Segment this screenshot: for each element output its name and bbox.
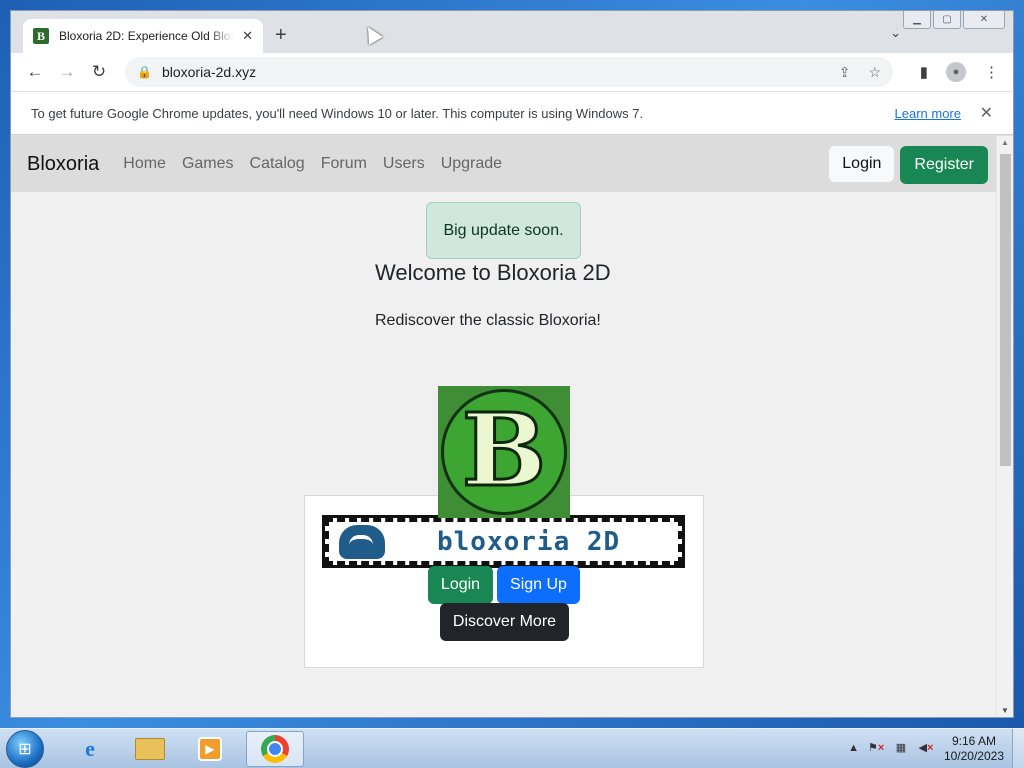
page-scrollbar[interactable]: ▲ ▼ xyxy=(996,136,1013,717)
new-tab-button[interactable]: + xyxy=(275,25,287,45)
nav-link-users[interactable]: Users xyxy=(383,155,425,173)
tray-expand-icon[interactable]: ▲ xyxy=(848,742,859,754)
system-tray: ▲ ⚑× ▦ ◀× xyxy=(848,741,934,755)
signup-button[interactable]: Sign Up xyxy=(497,566,580,604)
scroll-up-arrow-icon[interactable]: ▲ xyxy=(1001,138,1009,147)
nav-login-button[interactable]: Login xyxy=(829,146,895,182)
page-title: Welcome to Bloxoria 2D xyxy=(375,260,611,285)
internet-explorer-icon[interactable]: e xyxy=(62,731,118,767)
clock-time: 9:16 AM xyxy=(951,734,996,748)
folder-icon xyxy=(135,738,165,760)
browser-window: B Bloxoria 2D: Experience Old Bloxoria ✕… xyxy=(10,10,1014,718)
back-icon[interactable]: ← xyxy=(19,62,51,82)
lock-icon[interactable]: 🔒 xyxy=(137,65,152,79)
windows-taskbar: ⊞ e ▶ ▲ ⚑× ▦ ◀× 9:16 AM 10/20/2023 xyxy=(0,728,1024,768)
update-alert: Big update soon. xyxy=(426,202,581,259)
omnibox-actions: ⇪ ☆ xyxy=(839,64,893,81)
tab-close-icon[interactable]: ✕ xyxy=(242,28,253,44)
chrome-taskbar-icon[interactable] xyxy=(246,731,304,767)
chrome-logo-icon xyxy=(261,735,289,763)
infobar-close-icon[interactable]: ✕ xyxy=(980,103,993,123)
scroll-thumb[interactable] xyxy=(1000,154,1011,466)
bloxoria-b-logo: B xyxy=(438,386,570,518)
scroll-down-arrow-icon[interactable]: ▼ xyxy=(1001,706,1009,715)
logo-disc: B xyxy=(441,389,567,515)
infobar-message: To get future Google Chrome updates, you… xyxy=(31,105,644,121)
forward-icon[interactable]: → xyxy=(51,62,83,82)
action-center-flag-icon[interactable]: ⚑× xyxy=(868,741,884,755)
profile-icon[interactable]: ● xyxy=(946,62,966,82)
window-controls: ▁ ▢ ✕ xyxy=(903,11,1005,29)
play-icon: ▶ xyxy=(198,737,222,761)
nav-actions: Login Register xyxy=(829,146,988,184)
logo-letter: B xyxy=(460,391,548,509)
nav-link-home[interactable]: Home xyxy=(123,155,166,173)
hero-card: bloxoria 2D Login Sign Up Discover More xyxy=(304,495,704,668)
nav-link-upgrade[interactable]: Upgrade xyxy=(441,155,502,173)
clock-date: 10/20/2023 xyxy=(943,749,1004,763)
maximize-button[interactable]: ▢ xyxy=(933,11,961,29)
site-brand[interactable]: Bloxoria xyxy=(27,153,99,176)
minimize-button[interactable]: ▁ xyxy=(903,11,931,29)
login-button[interactable]: Login xyxy=(428,566,493,604)
tab-search-chevron-icon[interactable]: ⌄ xyxy=(890,25,901,41)
close-window-button[interactable]: ✕ xyxy=(963,11,1005,29)
update-infobar: To get future Google Chrome updates, you… xyxy=(11,91,1013,135)
toolbar-right: ▮ ● ⋮ xyxy=(920,62,999,82)
cloud-logo-icon xyxy=(339,524,385,559)
favicon-icon: B xyxy=(33,28,49,44)
browser-tab-active[interactable]: B Bloxoria 2D: Experience Old Bloxoria ✕ xyxy=(23,19,263,53)
tab-strip: B Bloxoria 2D: Experience Old Bloxoria ✕… xyxy=(11,11,1013,53)
bloxoria-banner-logo: bloxoria 2D xyxy=(322,515,685,568)
taskbar-clock[interactable]: 9:16 AM 10/20/2023 xyxy=(944,734,1004,764)
tagline: Rediscover the classic Bloxoria! xyxy=(375,312,601,329)
nav-link-catalog[interactable]: Catalog xyxy=(250,155,305,173)
menu-icon[interactable]: ⋮ xyxy=(984,63,999,81)
share-icon[interactable]: ⇪ xyxy=(839,64,851,81)
reload-icon[interactable]: ↻ xyxy=(83,62,115,82)
url-text[interactable]: bloxoria-2d.xyz xyxy=(162,64,256,80)
learn-more-link[interactable]: Learn more xyxy=(895,106,961,121)
nav-link-games[interactable]: Games xyxy=(182,155,234,173)
discover-more-button[interactable]: Discover More xyxy=(440,603,569,641)
banner-text: bloxoria 2D xyxy=(437,526,621,557)
star-icon[interactable]: ☆ xyxy=(868,64,881,81)
page-viewport: Bloxoria Home Games Catalog Forum Users … xyxy=(11,136,1013,717)
start-button[interactable]: ⊞ xyxy=(6,730,44,768)
file-explorer-icon[interactable] xyxy=(122,731,178,767)
network-icon[interactable]: ▦ xyxy=(893,741,909,755)
show-desktop-button[interactable] xyxy=(1012,729,1024,768)
volume-muted-icon[interactable]: ◀× xyxy=(918,741,934,755)
media-player-icon[interactable]: ▶ xyxy=(182,731,238,767)
site-navbar: Bloxoria Home Games Catalog Forum Users … xyxy=(11,136,996,192)
nav-register-button[interactable]: Register xyxy=(900,146,988,184)
tab-title: Bloxoria 2D: Experience Old Bloxoria xyxy=(59,29,234,43)
sidepanel-icon[interactable]: ▮ xyxy=(920,63,928,81)
browser-toolbar: ← → ↻ 🔒 bloxoria-2d.xyz ⇪ ☆ ▮ ● ⋮ xyxy=(11,53,1013,91)
nav-link-forum[interactable]: Forum xyxy=(321,155,367,173)
address-bar[interactable]: 🔒 bloxoria-2d.xyz ⇪ ☆ xyxy=(125,57,893,87)
